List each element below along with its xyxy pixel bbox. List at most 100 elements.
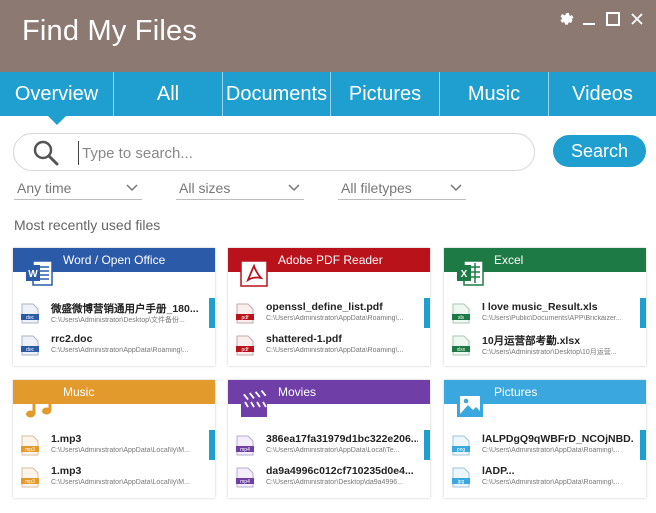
- card-accent: [209, 298, 215, 328]
- movies-card: Movies mp4 386ea17fa31979d1bc322e206... …: [228, 380, 430, 498]
- pdf-file-icon: pdf: [236, 335, 254, 356]
- svg-text:W: W: [28, 269, 38, 280]
- file-name: lADP...: [482, 465, 515, 477]
- search-button[interactable]: Search: [553, 135, 646, 167]
- card-title: Excel: [494, 253, 524, 267]
- file-item[interactable]: mp4 da9a4996c012cf710235d0e4... C:\Users…: [236, 464, 416, 492]
- filetype-filter-value: All filetypes: [341, 180, 412, 196]
- svg-text:X: X: [461, 269, 468, 280]
- filetype-filter-dropdown[interactable]: All filetypes: [338, 178, 466, 200]
- pdf-card: Adobe PDF Reader pdf openssl_define_list…: [228, 248, 430, 366]
- maximize-icon: [606, 12, 620, 26]
- file-path: C:\Users\Administrator\Desktop\10月运营...: [482, 349, 617, 356]
- file-item[interactable]: png lALPDgQ9qWBFrD_NCOjNBD... C:\Users\A…: [452, 432, 634, 460]
- section-title: Most recently used files: [14, 217, 161, 233]
- mp4-file-icon: mp4: [236, 467, 254, 488]
- file-name: shattered-1.pdf: [266, 333, 342, 345]
- excel-card: Excel X xls I love music_Result.xls C:\U…: [444, 248, 646, 366]
- file-name: 386ea17fa31979d1bc322e206...: [266, 433, 418, 445]
- tab-music[interactable]: Music: [439, 72, 548, 116]
- minimize-icon: [583, 23, 595, 25]
- search-icon: [33, 140, 59, 166]
- word-card: Word / Open Office W doc 微盛微博营销通用户手册_180…: [13, 248, 215, 366]
- card-accent: [424, 298, 430, 328]
- file-name: I love music_Result.xls: [482, 301, 598, 313]
- window-controls: [556, 10, 646, 28]
- file-item[interactable]: doc rrc2.doc C:\Users\Administrator\AppD…: [21, 332, 201, 360]
- file-name: openssl_define_list.pdf: [266, 301, 383, 313]
- svg-text:mp4: mp4: [240, 447, 250, 453]
- png-file-icon: png: [452, 435, 470, 456]
- picture-icon: [454, 389, 486, 421]
- file-path: C:\Users\Administrator\AppData\Roaming\.…: [482, 479, 620, 486]
- size-filter-dropdown[interactable]: All sizes: [176, 178, 304, 200]
- file-path: C:\Users\Administrator\AppData\Local\ly\…: [51, 447, 190, 454]
- excel-icon: X: [454, 257, 486, 289]
- file-item[interactable]: pdf shattered-1.pdf C:\Users\Administrat…: [236, 332, 416, 360]
- file-path: C:\Users\Administrator\AppData\Local\Te.…: [266, 447, 400, 454]
- file-item[interactable]: xlsx 10月运营部考勤.xlsx C:\Users\Administrato…: [452, 332, 632, 360]
- file-name: da9a4996c012cf710235d0e4...: [266, 465, 414, 477]
- card-title: Music: [63, 385, 95, 399]
- svg-text:doc: doc: [26, 315, 35, 321]
- pictures-card: Pictures png lALPDgQ9qWBFrD_NCOjNBD... C…: [444, 380, 646, 498]
- tab-pictures[interactable]: Pictures: [330, 72, 439, 116]
- xls-file-icon: xls: [452, 303, 470, 324]
- file-path: C:\Users\Administrator\AppData\Roaming\.…: [266, 315, 404, 322]
- settings-button[interactable]: [556, 10, 574, 28]
- svg-text:xlsx: xlsx: [457, 347, 466, 353]
- chevron-down-icon: [126, 184, 138, 192]
- chevron-down-icon: [450, 184, 462, 192]
- close-button[interactable]: [628, 10, 646, 28]
- xlsx-file-icon: xlsx: [452, 335, 470, 356]
- tab-overview[interactable]: Overview: [0, 72, 113, 125]
- music-card: Music mp3 1.mp3 C:\Users\Administrator\A…: [13, 380, 215, 498]
- file-item[interactable]: jpg lADP... C:\Users\Administrator\AppDa…: [452, 464, 632, 492]
- svg-text:jpg: jpg: [457, 479, 465, 485]
- maximize-button[interactable]: [604, 10, 622, 28]
- pdf-file-icon: pdf: [236, 303, 254, 324]
- word-icon: W: [23, 257, 55, 289]
- svg-text:pdf: pdf: [242, 347, 250, 353]
- file-name: 1.mp3: [51, 465, 82, 477]
- minimize-button[interactable]: [580, 10, 598, 28]
- file-item[interactable]: mp3 1.mp3 C:\Users\Administrator\AppData…: [21, 464, 201, 492]
- music-note-icon: [23, 389, 55, 421]
- card-title: Adobe PDF Reader: [278, 253, 383, 267]
- time-filter-dropdown[interactable]: Any time: [14, 178, 142, 200]
- card-title: Word / Open Office: [63, 253, 166, 267]
- file-path: C:\Users\Administrator\Desktop\文件备份...: [51, 317, 185, 324]
- jpg-file-icon: jpg: [452, 467, 470, 488]
- pdf-icon: [238, 257, 270, 289]
- file-name: 微盛微博营销通用户手册_180...: [51, 303, 199, 315]
- tab-bar: Overview All Documents Pictures Music Vi…: [0, 72, 656, 125]
- svg-text:mp3: mp3: [25, 447, 35, 453]
- title-bar: Find My Files: [0, 0, 656, 72]
- file-path: C:\Users\Administrator\AppData\Roaming\.…: [266, 347, 404, 354]
- close-icon: [631, 13, 643, 25]
- search-input[interactable]: [78, 141, 518, 165]
- tab-videos[interactable]: Videos: [548, 72, 656, 116]
- svg-text:doc: doc: [26, 347, 35, 353]
- card-accent: [640, 298, 646, 328]
- size-filter-value: All sizes: [179, 180, 231, 196]
- tab-all[interactable]: All: [113, 72, 222, 116]
- file-item[interactable]: mp4 386ea17fa31979d1bc322e206... C:\User…: [236, 432, 418, 460]
- file-item[interactable]: doc 微盛微博营销通用户手册_180... C:\Users\Administ…: [21, 300, 201, 328]
- card-accent: [640, 430, 646, 460]
- card-accent: [209, 430, 215, 460]
- file-item[interactable]: pdf openssl_define_list.pdf C:\Users\Adm…: [236, 300, 416, 328]
- svg-text:png: png: [457, 447, 466, 453]
- app-title: Find My Files: [22, 15, 198, 47]
- doc-file-icon: doc: [21, 303, 39, 324]
- file-name: 1.mp3: [51, 433, 82, 445]
- file-path: C:\Users\Public\Documents\APP\Brickaizer…: [482, 315, 622, 322]
- time-filter-value: Any time: [17, 180, 72, 196]
- file-path: C:\Users\Administrator\AppData\Roaming\.…: [51, 347, 189, 354]
- file-item[interactable]: xls I love music_Result.xls C:\Users\Pub…: [452, 300, 632, 328]
- file-name: 10月运营部考勤.xlsx: [482, 335, 581, 347]
- tab-documents[interactable]: Documents: [222, 72, 330, 116]
- file-item[interactable]: mp3 1.mp3 C:\Users\Administrator\AppData…: [21, 432, 201, 460]
- card-title: Movies: [278, 385, 317, 399]
- svg-text:pdf: pdf: [242, 315, 250, 321]
